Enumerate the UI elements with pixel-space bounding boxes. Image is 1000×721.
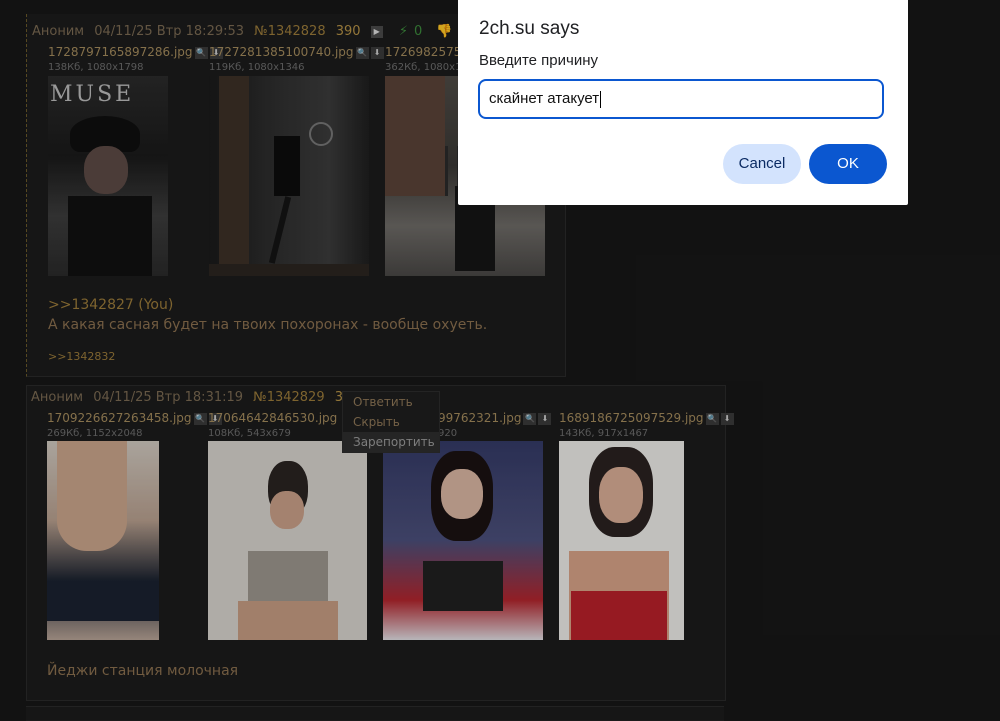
reason-input-value: скайнет атакует	[489, 90, 600, 107]
prompt-dialog: 2ch.su says Введите причину скайнет атак…	[458, 0, 908, 205]
text-caret	[600, 90, 602, 108]
ok-button[interactable]: OK	[809, 144, 887, 184]
dialog-title: 2ch.su says	[479, 18, 580, 39]
cancel-button[interactable]: Cancel	[723, 144, 801, 184]
dialog-prompt: Введите причину	[479, 52, 598, 69]
reason-input[interactable]: скайнет атакует	[478, 79, 884, 119]
